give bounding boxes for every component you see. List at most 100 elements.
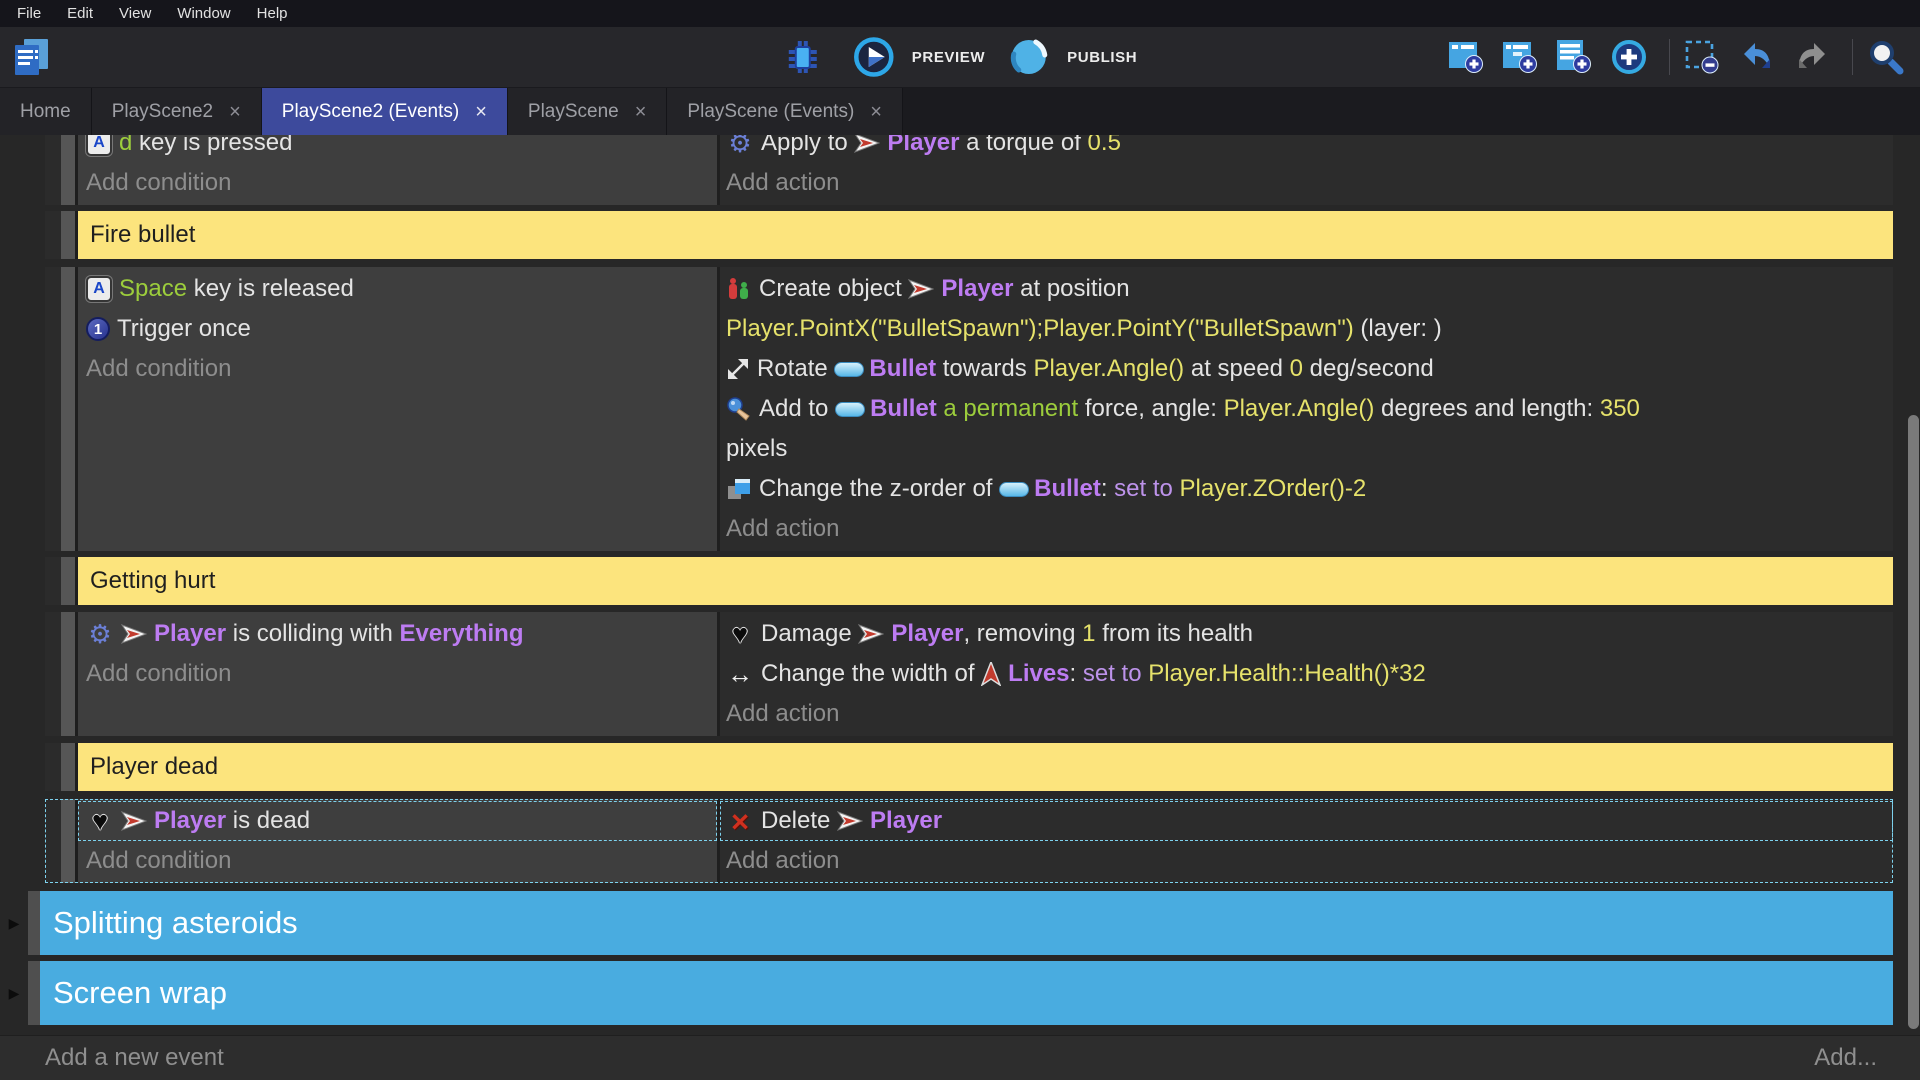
event-drag-handle[interactable]	[45, 135, 78, 205]
tab-playscene2[interactable]: PlayScene2 ×	[92, 88, 262, 135]
add-condition-button[interactable]: Add condition	[78, 163, 717, 203]
condition-instruction[interactable]: 1 Trigger once	[78, 309, 717, 349]
text-segment: Player	[870, 807, 942, 835]
event-row: A Space key is released 1 Trigger once A…	[45, 267, 1893, 551]
tab-home[interactable]: Home	[0, 88, 92, 135]
menu-window[interactable]: Window	[164, 0, 243, 27]
add-comment-button[interactable]	[1556, 39, 1600, 75]
tab-playscene2-events[interactable]: PlayScene2 (Events) ×	[262, 88, 508, 135]
text-segment: Create object	[759, 275, 908, 303]
add-action-button[interactable]: Add action	[720, 163, 1893, 203]
close-icon[interactable]: ×	[870, 102, 882, 122]
group-drag-handle[interactable]	[28, 891, 40, 955]
action-instruction[interactable]: ⚙ Apply to Player a torque of 0.5	[720, 135, 1893, 163]
tab-playscene[interactable]: PlayScene ×	[508, 88, 668, 135]
event-drag-handle[interactable]	[45, 612, 78, 736]
add-event-icon	[1448, 39, 1485, 75]
condition-instruction[interactable]: A d key is pressed	[78, 135, 717, 163]
menu-view[interactable]: View	[106, 0, 164, 27]
text-segment: set to	[1114, 475, 1179, 503]
action-instruction-continuation[interactable]: Player.PointX("BulletSpawn");Player.Poin…	[720, 309, 1893, 349]
close-icon[interactable]: ×	[229, 102, 241, 122]
add-more-button[interactable]: Add...	[1814, 1044, 1877, 1072]
action-instruction[interactable]: Rotate Bullet towards Player.Angle() at …	[720, 349, 1893, 389]
group-splitting-asteroids[interactable]: Splitting asteroids	[40, 891, 1893, 955]
action-instruction[interactable]: ♥ Damage Player , removing 1 from its he…	[720, 614, 1893, 654]
search-button[interactable]	[1867, 38, 1912, 76]
toolbar-separator	[1669, 39, 1670, 75]
add-condition-button[interactable]: Add condition	[78, 349, 717, 389]
project-manager-button[interactable]	[10, 36, 59, 78]
undo-icon	[1738, 40, 1776, 74]
publish-button[interactable]: PUBLISH	[1007, 35, 1137, 79]
toolbar-separator	[1852, 39, 1853, 75]
close-icon[interactable]: ×	[635, 102, 647, 122]
publish-globe-icon	[1007, 35, 1051, 79]
tab-playscene-events[interactable]: PlayScene (Events) ×	[667, 88, 903, 135]
group-header-player-dead[interactable]: Player dead	[78, 743, 1893, 791]
tab-label: PlayScene	[528, 101, 619, 123]
menu-help[interactable]: Help	[244, 0, 301, 27]
preview-label: PREVIEW	[912, 49, 985, 66]
debug-button[interactable]	[783, 38, 830, 76]
text-segment: (layer: )	[1354, 315, 1442, 343]
add-action-button[interactable]: Add action	[720, 509, 1893, 549]
add-subevent-button[interactable]	[1502, 39, 1546, 75]
condition-instruction[interactable]: ⚙ Player is colliding with Everything	[78, 614, 717, 654]
event-row: A d key is pressed Add condition ⚙ Apply…	[45, 135, 1893, 205]
undo-button[interactable]	[1738, 40, 1783, 74]
group-header-getting-hurt[interactable]: Getting hurt	[78, 557, 1893, 605]
action-instruction[interactable]: ↔ Change the width of Lives : set to Pla…	[720, 654, 1893, 694]
collapse-arrow-icon[interactable]: ▶	[0, 961, 28, 1025]
action-instruction[interactable]: Add to Bullet a permanent force, angle: …	[720, 389, 1893, 429]
group-screen-wrap[interactable]: Screen wrap	[40, 961, 1893, 1025]
text-segment: Add to	[759, 395, 835, 423]
tab-label: PlayScene2 (Events)	[282, 101, 459, 123]
collapse-arrow-icon[interactable]: ▶	[0, 891, 28, 955]
event-drag-handle[interactable]	[45, 557, 78, 605]
menu-file[interactable]: File	[4, 0, 54, 27]
preview-button[interactable]: PREVIEW	[852, 35, 985, 79]
condition-instruction[interactable]: A Space key is released	[78, 269, 717, 309]
menu-bar: File Edit View Window Help	[0, 0, 1920, 27]
action-instruction[interactable]: Change the z-order of Bullet : set to Pl…	[720, 469, 1893, 509]
add-condition-button[interactable]: Add condition	[78, 841, 717, 881]
group-header-fire-bullet[interactable]: Fire bullet	[78, 211, 1893, 259]
text-segment: Bullet	[1034, 475, 1101, 503]
tab-label: PlayScene (Events)	[687, 101, 854, 123]
add-other-button[interactable]	[1610, 38, 1655, 76]
z-order-icon	[726, 477, 752, 501]
add-condition-button[interactable]: Add condition	[78, 654, 717, 694]
condition-instruction[interactable]: ♥ Player is dead	[78, 801, 717, 841]
redo-button[interactable]	[1793, 40, 1838, 74]
toolbar: PREVIEW PUBLISH	[0, 27, 1920, 88]
add-event-button[interactable]	[1448, 39, 1492, 75]
add-subevent-icon	[1502, 39, 1539, 75]
add-action-button[interactable]: Add action	[720, 841, 1893, 881]
text-segment: pixels	[726, 435, 787, 463]
remove-selection-icon	[1684, 39, 1721, 75]
event-drag-handle[interactable]	[45, 743, 78, 791]
action-instruction-continuation[interactable]: pixels	[720, 429, 1893, 469]
physics-engine-icon: ⚙	[726, 135, 754, 159]
add-action-button[interactable]: Add action	[720, 694, 1893, 734]
player-ship-icon	[858, 622, 884, 646]
close-icon[interactable]: ×	[475, 102, 487, 122]
action-instruction[interactable]: Create object Player at position	[720, 269, 1893, 309]
menu-edit[interactable]: Edit	[54, 0, 106, 27]
event-drag-handle[interactable]	[45, 799, 78, 883]
event-drag-handle[interactable]	[45, 211, 78, 259]
group-drag-handle[interactable]	[28, 961, 40, 1025]
action-instruction[interactable]: × Delete Player	[720, 801, 1893, 841]
add-circle-icon	[1610, 38, 1648, 76]
bullet-icon	[835, 402, 865, 417]
tab-bar: Home PlayScene2 × PlayScene2 (Events) × …	[0, 88, 1920, 135]
remove-event-button[interactable]	[1684, 39, 1728, 75]
add-new-event-button[interactable]: Add a new event	[45, 1044, 224, 1072]
text-segment: a permanent	[943, 395, 1078, 423]
text-segment: key is pressed	[132, 135, 292, 157]
text-segment: Space	[119, 275, 187, 303]
event-drag-handle[interactable]	[45, 267, 78, 551]
sheet-footer: Add a new event Add...	[0, 1035, 1920, 1080]
vertical-scrollbar[interactable]	[1908, 415, 1919, 1029]
